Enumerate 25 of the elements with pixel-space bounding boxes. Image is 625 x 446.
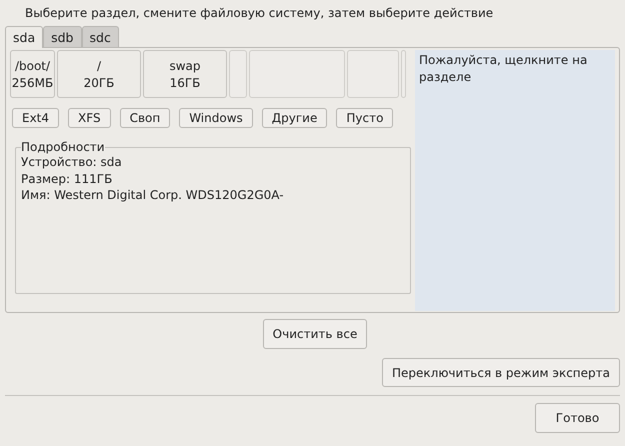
partition-block[interactable] bbox=[249, 50, 345, 98]
expert-mode-button[interactable]: Переключиться в режим эксперта bbox=[382, 358, 620, 387]
partition-block[interactable]: swap 16ГБ bbox=[143, 50, 227, 98]
detail-line: Устройство: sda bbox=[21, 154, 123, 170]
done-button[interactable]: Готово bbox=[535, 403, 620, 433]
detail-line: Имя: Western Digital Corp. WDS120G2G0A- bbox=[21, 187, 285, 204]
disk-tab[interactable]: sdb bbox=[43, 26, 82, 47]
disk-tab[interactable]: sdc bbox=[82, 26, 119, 47]
detail-line: Размер: 111ГБ bbox=[21, 170, 114, 187]
filesystem-button[interactable]: Windows bbox=[179, 108, 253, 128]
filesystem-button[interactable]: Ext4 bbox=[12, 108, 60, 128]
details-title: Подробности bbox=[21, 140, 105, 154]
partition-block[interactable] bbox=[401, 50, 406, 98]
partition-block[interactable]: /boot/ 256МБ bbox=[10, 50, 55, 98]
clear-all-button[interactable]: Очистить все bbox=[262, 319, 368, 349]
instruction-text: Выберите раздел, смените файловую систему, затем выберите действие bbox=[24, 5, 494, 22]
partition-block[interactable] bbox=[347, 50, 399, 98]
disk-tab[interactable]: sda bbox=[5, 26, 44, 48]
filesystem-button[interactable]: Другие bbox=[262, 108, 328, 128]
partition-block[interactable] bbox=[229, 50, 247, 98]
info-panel: Пожалуйста, щелкните на разделе bbox=[415, 50, 615, 311]
partition-block[interactable]: / 20ГБ bbox=[57, 50, 141, 98]
filesystem-button[interactable]: Пусто bbox=[336, 108, 394, 128]
filesystem-button[interactable]: Своп bbox=[120, 108, 170, 128]
filesystem-button[interactable]: XFS bbox=[68, 108, 111, 128]
